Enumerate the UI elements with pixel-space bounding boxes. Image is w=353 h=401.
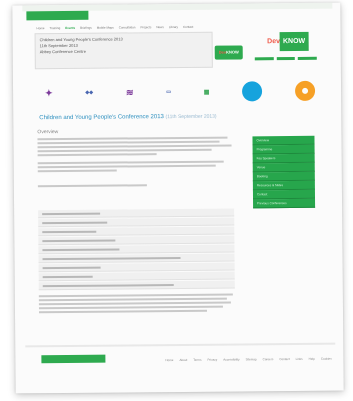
- partner-logo[interactable]: ✦: [45, 88, 53, 99]
- partner-logo[interactable]: ▦: [204, 88, 210, 95]
- footer-green-button[interactable]: [41, 354, 106, 364]
- list-item[interactable]: [38, 208, 235, 219]
- footer-link[interactable]: Home: [165, 358, 173, 362]
- nav-item[interactable]: Mobile Maps: [97, 26, 114, 30]
- footer-link[interactable]: About: [179, 358, 187, 362]
- list-item[interactable]: [38, 262, 235, 273]
- footer-link[interactable]: Careers: [263, 357, 274, 361]
- brand-logo-part2: KNOW: [279, 31, 309, 52]
- partner-logo[interactable]: ≋: [126, 87, 134, 98]
- nav-item[interactable]: Library: [169, 25, 178, 29]
- headline-line: Abbey Conference Centre: [39, 48, 86, 55]
- list-item[interactable]: [38, 280, 235, 291]
- partner-logo[interactable]: ▭: [166, 89, 171, 95]
- footer-link[interactable]: Help: [309, 357, 315, 361]
- programme-list: [38, 208, 235, 292]
- headline-box: Children and Young People's Conference 2…: [34, 31, 213, 70]
- footer-link[interactable]: Terms: [193, 358, 201, 362]
- partner-circle-logo[interactable]: [242, 81, 263, 102]
- top-green-button[interactable]: [26, 10, 89, 21]
- list-item[interactable]: [38, 226, 235, 237]
- footer-divider: [25, 342, 336, 348]
- body-paragraph: [37, 136, 235, 158]
- nav-item[interactable]: Briefings: [80, 26, 92, 30]
- footer-link[interactable]: Privacy: [207, 358, 217, 362]
- brand-logo-part1: Dev: [267, 38, 280, 46]
- body-paragraph: [38, 293, 237, 315]
- nav-item[interactable]: Projects: [140, 25, 151, 29]
- list-item[interactable]: [38, 253, 235, 264]
- small-logo-part2: KNOW: [226, 49, 239, 55]
- page-card: Home Training Events Briefings Mobile Ma…: [12, 2, 344, 394]
- brand-logo[interactable]: Dev KNOW: [257, 29, 319, 56]
- overview-heading: Overview: [37, 129, 59, 136]
- footer-link[interactable]: Accessibility: [223, 357, 239, 361]
- footer-link[interactable]: Contact: [279, 357, 289, 361]
- partner-logo[interactable]: ◆◆: [85, 90, 93, 96]
- list-item[interactable]: [38, 235, 235, 246]
- nav-item[interactable]: Training: [50, 26, 61, 30]
- page-subtitle: (11th September 2013): [165, 113, 217, 121]
- footer-link[interactable]: Sitemap: [246, 357, 257, 361]
- page-title-text: Children and Young People's Conference 2…: [39, 114, 164, 122]
- list-item[interactable]: [38, 217, 235, 228]
- top-navigation: Home Training Events Briefings Mobile Ma…: [36, 25, 193, 30]
- list-item[interactable]: [38, 271, 235, 282]
- nav-item[interactable]: News: [156, 25, 164, 29]
- list-item[interactable]: [38, 244, 235, 255]
- page-title: Children and Young People's Conference 2…: [39, 113, 329, 122]
- sidebar-item[interactable]: Previous Conferences: [253, 198, 316, 209]
- partner-logos-row: ✦ ◆◆ ≋ ▭ ▦: [35, 77, 325, 108]
- small-logo: DevKNOW: [214, 45, 243, 60]
- nav-item[interactable]: Contact: [183, 25, 193, 29]
- nav-item[interactable]: Home: [36, 26, 44, 30]
- footer-links: Home About Terms Privacy Accessibility S…: [165, 357, 331, 362]
- nav-item-active[interactable]: Events: [65, 26, 75, 30]
- body-paragraph: [37, 160, 236, 174]
- nav-item[interactable]: Consultation: [119, 25, 136, 29]
- sidebar-menu: Overview Programme Key Speakers Venue Bo…: [252, 135, 316, 209]
- footer-link[interactable]: Cookies: [321, 357, 332, 361]
- partner-ring-logo[interactable]: [294, 80, 316, 101]
- body-paragraph: [37, 183, 236, 189]
- brand-underline: [254, 56, 317, 62]
- footer-link[interactable]: Links: [296, 357, 303, 361]
